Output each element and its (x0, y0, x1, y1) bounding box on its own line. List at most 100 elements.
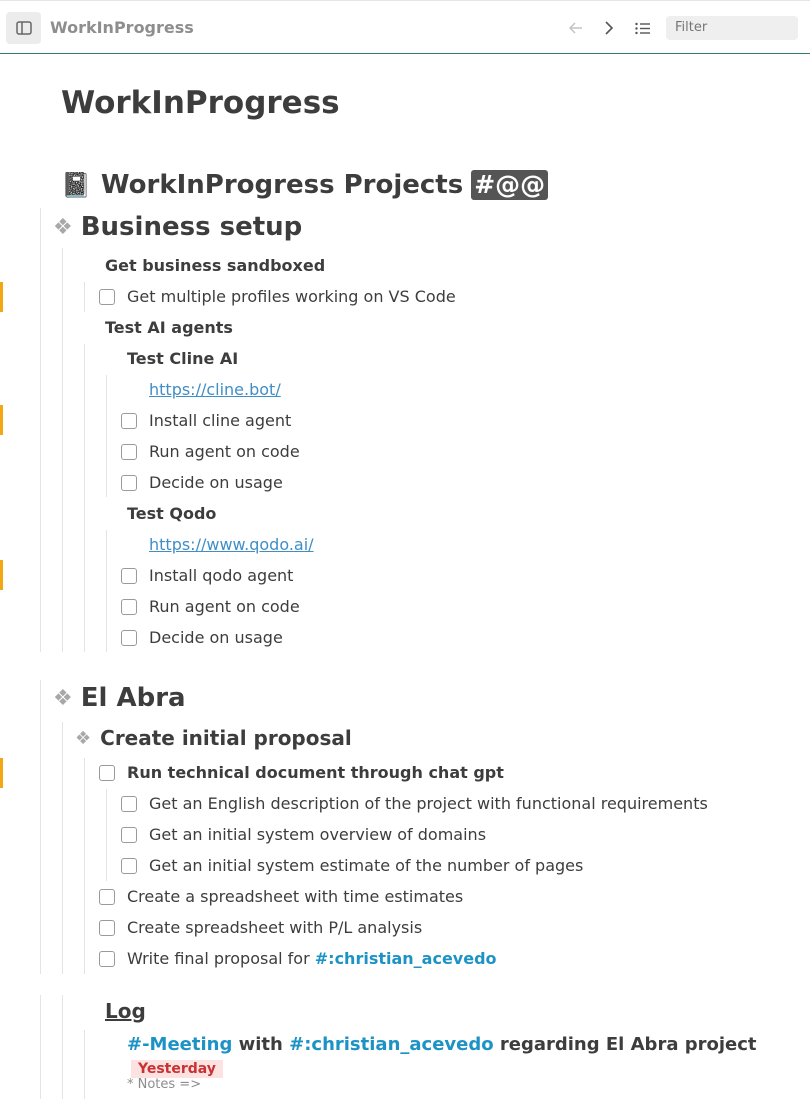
sidebar-toggle-icon (15, 21, 32, 35)
diamond-bullet-icon[interactable]: ❖ (53, 686, 73, 711)
task-row: Install qodo agent (121, 566, 293, 585)
task-label: Get multiple profiles working on VS Code (127, 287, 456, 306)
forward-chevron-icon (605, 21, 614, 35)
indent-guide (62, 248, 63, 652)
qodo-link[interactable]: https://www.qodo.ai/ (149, 535, 314, 554)
task-row: Run agent on code (121, 442, 300, 461)
task-checkbox[interactable] (121, 412, 137, 429)
task-row: Create a spreadsheet with time estimates (99, 887, 463, 906)
page-title: WorkInProgress (61, 85, 340, 121)
task-label: Get an initial system overview of domain… (149, 825, 487, 844)
task-checkbox[interactable] (121, 795, 137, 812)
task-checkbox[interactable] (121, 474, 137, 491)
person-tag[interactable]: #:christian_acevedo (315, 949, 497, 968)
task-label: Install qodo agent (149, 566, 294, 585)
indent-guide (84, 758, 85, 974)
task-checkbox[interactable] (121, 857, 137, 874)
indent-guide (62, 722, 63, 974)
task-checkbox[interactable] (99, 288, 115, 305)
task-row: Decide on usage (121, 628, 283, 647)
filter-input[interactable] (666, 16, 798, 40)
projects-heading: 📓 WorkInProgress Projects #@@ (61, 170, 549, 200)
indent-guide (40, 680, 41, 974)
heading-business-setup: ❖ Business setup (53, 212, 302, 242)
list-outline-icon (635, 22, 650, 34)
person-tag[interactable]: #:christian_acevedo (289, 1034, 493, 1055)
task-label: Run technical document through chat gpt (127, 763, 504, 782)
sidebar-toggle-button[interactable] (6, 12, 41, 44)
indent-guide (40, 208, 41, 652)
indent-guide (62, 995, 63, 1099)
forward-button[interactable] (598, 17, 620, 39)
heading-text: Create initial proposal (100, 726, 352, 750)
notebook-icon: 📓 (61, 171, 91, 199)
log-title[interactable]: Log (105, 999, 146, 1023)
task-checkbox[interactable] (99, 888, 115, 905)
task-row: Decide on usage (121, 473, 283, 492)
indent-guide (40, 995, 41, 1099)
task-row: Install cline agent (121, 411, 291, 430)
task-checkbox[interactable] (121, 443, 137, 460)
task-label: Run agent on code (149, 597, 300, 616)
task-row: Run technical document through chat gpt (99, 763, 504, 782)
heading-sandbox: Get business sandboxed (105, 256, 326, 275)
task-row: Create spreadsheet with P/L analysis (99, 918, 422, 937)
task-checkbox[interactable] (121, 629, 137, 646)
task-row: Get an initial system estimate of the nu… (121, 856, 583, 875)
task-checkbox[interactable] (99, 919, 115, 936)
task-row: Run agent on code (121, 597, 300, 616)
task-checkbox[interactable] (99, 764, 115, 781)
heading-text: El Abra (80, 683, 186, 713)
task-row: Get multiple profiles working on VS Code (99, 287, 456, 306)
task-row: Get an English description of the projec… (121, 794, 708, 813)
heading-ai-agents: Test AI agents (105, 318, 233, 337)
cline-link-row: https://cline.bot/ (149, 380, 281, 399)
indent-guide (84, 1030, 85, 1099)
meeting-tag[interactable]: #-Meeting (127, 1034, 232, 1055)
change-marker (0, 560, 3, 590)
indent-guide (84, 282, 85, 312)
task-label: Get an initial system estimate of the nu… (149, 856, 584, 875)
task-checkbox[interactable] (121, 567, 137, 584)
qodo-link-row: https://www.qodo.ai/ (149, 535, 314, 554)
back-arrow-icon (569, 22, 582, 34)
task-label: Decide on usage (149, 628, 283, 647)
heading-initial-proposal: ❖ Create initial proposal (75, 726, 352, 750)
task-label: Run agent on code (149, 442, 300, 461)
toolbar: WorkInProgress (0, 0, 810, 54)
heading-el-abra: ❖ El Abra (53, 683, 186, 713)
task-checkbox[interactable] (121, 598, 137, 615)
indent-guide (106, 530, 107, 652)
task-row: Write final proposal for #:christian_ace… (99, 949, 497, 968)
notes-text: * Notes => (127, 1077, 202, 1092)
diamond-bullet-icon[interactable]: ❖ (75, 728, 91, 749)
log-with-text: with (232, 1034, 290, 1055)
task-label: Create spreadsheet with P/L analysis (127, 918, 423, 937)
projects-heading-text: WorkInProgress Projects (100, 170, 464, 200)
cline-link[interactable]: https://cline.bot/ (149, 380, 281, 399)
outline-button[interactable] (632, 17, 654, 39)
log-suffix-text: regarding El Abra project (493, 1034, 757, 1055)
task-label: Write final proposal for (127, 949, 315, 968)
task-checkbox[interactable] (121, 826, 137, 843)
change-marker (0, 758, 3, 788)
task-label: Install cline agent (149, 411, 292, 430)
change-marker (0, 282, 3, 312)
task-label: Decide on usage (149, 473, 283, 492)
toolbar-title: WorkInProgress (50, 18, 194, 37)
task-label: Get an English description of the projec… (149, 794, 708, 813)
indent-guide (84, 344, 85, 652)
log-entry: #-Meeting with #:christian_acevedo regar… (127, 1034, 757, 1055)
back-button[interactable] (565, 17, 587, 39)
heading-qodo: Test Qodo (127, 504, 217, 523)
diamond-bullet-icon[interactable]: ❖ (53, 215, 73, 240)
indent-guide (106, 375, 107, 497)
task-label: Create a spreadsheet with time estimates (127, 887, 464, 906)
projects-tag[interactable]: #@@ (471, 170, 549, 200)
task-row: Get an initial system overview of domain… (121, 825, 486, 844)
date-badge: Yesterday (131, 1060, 223, 1078)
log-heading: Log (105, 999, 146, 1023)
indent-guide (106, 789, 107, 881)
heading-text: Business setup (80, 212, 303, 242)
task-checkbox[interactable] (99, 950, 115, 967)
